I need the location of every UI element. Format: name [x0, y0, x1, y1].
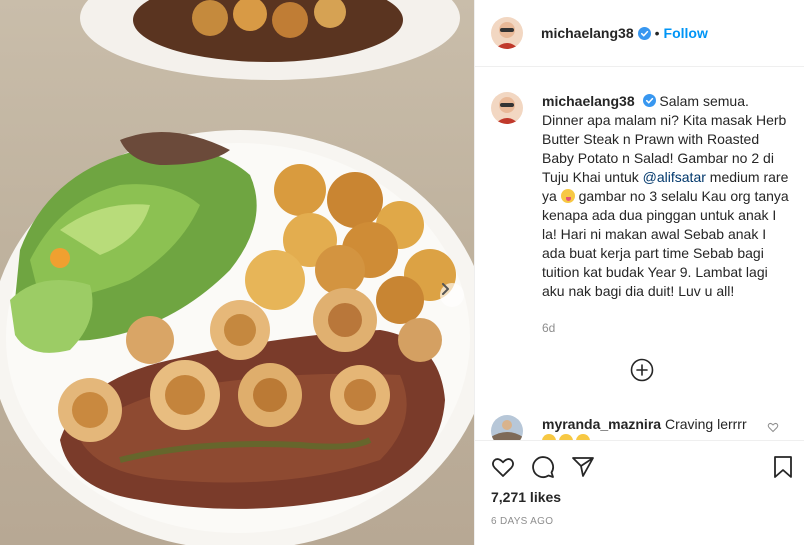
- post-actions-area: 7,271 likes 6 DAYS AGO: [475, 440, 804, 545]
- comment-icon[interactable]: [531, 455, 555, 479]
- caption-username[interactable]: michaelang38: [542, 93, 635, 109]
- author-username[interactable]: michaelang38: [541, 25, 634, 41]
- post-sidebar: michaelang38 • Follow michaelang38 Salam…: [474, 0, 804, 545]
- commenter-avatar[interactable]: [491, 415, 523, 440]
- caption-avatar[interactable]: [491, 92, 523, 124]
- comment-body: Craving lerrrr: [664, 416, 747, 432]
- comment-item: myranda_maznira Craving lerrrr: [491, 415, 791, 440]
- follow-button[interactable]: Follow: [664, 25, 708, 41]
- comment-like-heart-icon[interactable]: [767, 421, 779, 433]
- avatar-image: [491, 415, 523, 440]
- plus-circle-icon[interactable]: [630, 358, 654, 382]
- likes-count[interactable]: 7,271 likes: [491, 489, 561, 505]
- caption-time[interactable]: 6d: [542, 321, 555, 335]
- tongue-emoji-icon: [560, 189, 575, 203]
- food-photo-illustration: [0, 0, 474, 545]
- post-header: michaelang38 • Follow: [475, 0, 804, 67]
- action-bar: [491, 453, 792, 481]
- avatar-image: [491, 17, 523, 49]
- bookmark-icon[interactable]: [771, 455, 795, 479]
- verified-badge-icon: [642, 94, 656, 107]
- caption-body-3: gambar no 3 selalu Kau org tanya kenapa …: [542, 188, 789, 299]
- separator-dot: •: [654, 25, 660, 41]
- chevron-right-icon: [442, 283, 449, 295]
- heart-icon[interactable]: [491, 455, 515, 479]
- post-photo[interactable]: [0, 0, 474, 545]
- comment-text: myranda_maznira Craving lerrrr: [542, 415, 772, 434]
- author-avatar[interactable]: [491, 17, 523, 49]
- share-icon[interactable]: [571, 455, 595, 479]
- caption-mention[interactable]: @alifsatar: [643, 169, 706, 185]
- comments-section[interactable]: michaelang38 Salam semua. Dinner apa mal…: [475, 68, 804, 440]
- caption-text: michaelang38 Salam semua. Dinner apa mal…: [542, 92, 792, 301]
- post-date[interactable]: 6 DAYS AGO: [491, 516, 553, 527]
- avatar-image: [491, 92, 523, 124]
- carousel-next-button[interactable]: [440, 283, 464, 307]
- commenter-username[interactable]: myranda_maznira: [542, 416, 661, 432]
- verified-badge-icon: [637, 26, 651, 40]
